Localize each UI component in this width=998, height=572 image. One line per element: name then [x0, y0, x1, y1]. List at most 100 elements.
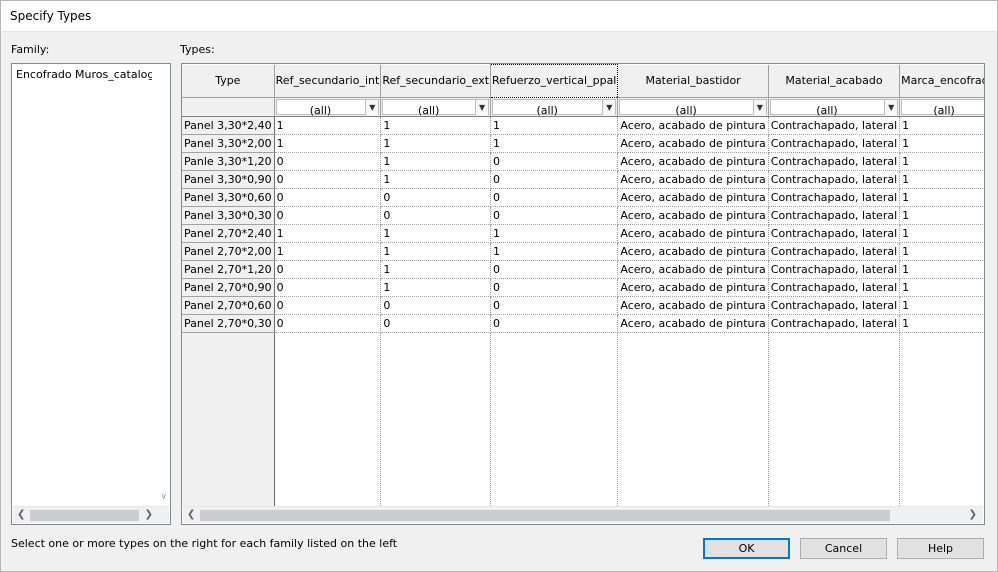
table-cell[interactable]: 1: [490, 224, 619, 243]
table-cell[interactable]: Contrachapado, lateral: [768, 314, 901, 333]
family-horizontal-scrollbar[interactable]: ❮ ❯: [13, 506, 169, 523]
table-cell[interactable]: 1: [274, 134, 382, 153]
table-cell[interactable]: Contrachapado, lateral: [768, 116, 901, 135]
column-header-refuerzo-vertical-ppal[interactable]: Refuerzo_vertical_ppal: [490, 64, 619, 98]
table-cell[interactable]: 0: [490, 188, 619, 207]
chevron-down-icon[interactable]: ▼: [752, 100, 766, 115]
table-cell[interactable]: 1: [899, 242, 984, 261]
table-cell[interactable]: Contrachapado, lateral: [768, 188, 901, 207]
table-cell[interactable]: 1: [899, 170, 984, 189]
table-cell[interactable]: Acero, acabado de pintura: [617, 206, 769, 225]
table-cell[interactable]: Acero, acabado de pintura: [617, 278, 769, 297]
chevron-down-icon[interactable]: ▼: [475, 100, 489, 115]
table-cell[interactable]: 0: [274, 170, 382, 189]
table-row[interactable]: Panel 3,30*0,60 0 0 0 Acero, acabado de pint…: [182, 188, 984, 207]
table-cell[interactable]: 0: [380, 206, 492, 225]
table-cell[interactable]: 1: [380, 134, 492, 153]
table-row[interactable]: Panel 2,70*0,90 0 1 0 Acero, acabado de pint…: [182, 278, 984, 297]
table-cell[interactable]: 1: [899, 224, 984, 243]
table-cell[interactable]: 1: [899, 116, 984, 135]
table-cell[interactable]: Contrachapado, lateral: [768, 152, 901, 171]
table-row[interactable]: Panel 2,70*2,40 1 1 1 Acero, acabado de pint…: [182, 224, 984, 243]
column-filter-dropdown[interactable]: (all)▼: [380, 97, 492, 117]
row-header[interactable]: Panel 3,30*0,60: [182, 188, 275, 207]
scroll-down-icon[interactable]: ∨: [160, 492, 167, 502]
table-row[interactable]: Panel 2,70*1,20 0 1 0 Acero, acabado de pint…: [182, 260, 984, 279]
grid-horizontal-scrollbar[interactable]: ❮ ❯: [183, 506, 983, 523]
table-row[interactable]: Panel 2,70*2,00 1 1 1 Acero, acabado de pint…: [182, 242, 984, 261]
table-cell[interactable]: 1: [380, 170, 492, 189]
table-cell[interactable]: 1: [899, 296, 984, 315]
scrollbar-thumb[interactable]: [200, 510, 890, 521]
table-cell[interactable]: 0: [274, 296, 382, 315]
table-cell[interactable]: 0: [380, 188, 492, 207]
table-cell[interactable]: 0: [274, 206, 382, 225]
table-cell[interactable]: Acero, acabado de pintura: [617, 296, 769, 315]
table-cell[interactable]: 1: [899, 260, 984, 279]
table-cell[interactable]: 0: [490, 206, 619, 225]
types-grid[interactable]: Type Ref_secundario_int Ref_secundario_ext…: [181, 63, 985, 525]
row-header[interactable]: Panel 3,30*2,40: [182, 116, 275, 135]
table-cell[interactable]: 0: [380, 314, 492, 333]
table-row[interactable]: Panle 3,30*1,20 0 1 0 Acero, acabado de pint…: [182, 152, 984, 171]
chevron-down-icon[interactable]: ▼: [602, 100, 616, 115]
row-header[interactable]: Panel 2,70*1,20: [182, 260, 275, 279]
scroll-left-icon[interactable]: ❮: [17, 509, 25, 520]
chevron-down-icon[interactable]: ▼: [365, 100, 379, 115]
table-cell[interactable]: 1: [380, 242, 492, 261]
table-cell[interactable]: Contrachapado, lateral: [768, 260, 901, 279]
table-row[interactable]: Panel 2,70*0,30 0 0 0 Acero, acabado de pint…: [182, 314, 984, 333]
table-cell[interactable]: 0: [380, 296, 492, 315]
column-filter-dropdown[interactable]: (all)▼: [617, 97, 769, 117]
table-cell[interactable]: Acero, acabado de pintura: [617, 224, 769, 243]
table-cell[interactable]: 1: [899, 278, 984, 297]
table-cell[interactable]: Acero, acabado de pintura: [617, 134, 769, 153]
column-header-marca-encofrados[interactable]: Marca_encofrados: [899, 64, 984, 98]
table-row[interactable]: Panel 3,30*0,30 0 0 0 Acero, acabado de pint…: [182, 206, 984, 225]
column-header-material-bastidor[interactable]: Material_bastidor: [617, 64, 769, 98]
table-cell[interactable]: 0: [274, 152, 382, 171]
table-cell[interactable]: Contrachapado, lateral: [768, 170, 901, 189]
table-cell[interactable]: 0: [490, 314, 619, 333]
column-header-ref-secundario-int[interactable]: Ref_secundario_int: [274, 64, 382, 98]
row-header[interactable]: Panel 2,70*2,40: [182, 224, 275, 243]
column-filter-dropdown[interactable]: (all)▼: [899, 97, 984, 117]
family-list[interactable]: Encofrado Muros_catalogo.rfa ∨ ❮ ❯: [11, 63, 171, 525]
table-row[interactable]: Panel 3,30*2,00 1 1 1 Acero, acabado de pint…: [182, 134, 984, 153]
cancel-button[interactable]: Cancel: [800, 538, 887, 559]
table-cell[interactable]: 1: [380, 260, 492, 279]
chevron-down-icon[interactable]: ▼: [884, 100, 898, 115]
table-cell[interactable]: 0: [274, 188, 382, 207]
table-cell[interactable]: Contrachapado, lateral: [768, 296, 901, 315]
column-header-ref-secundario-ext[interactable]: Ref_secundario_ext: [380, 64, 492, 98]
table-cell[interactable]: 0: [274, 314, 382, 333]
table-cell[interactable]: 1: [490, 242, 619, 261]
table-cell[interactable]: 0: [274, 278, 382, 297]
table-cell[interactable]: 0: [274, 260, 382, 279]
column-filter-dropdown[interactable]: (all)▼: [490, 97, 619, 117]
table-cell[interactable]: 0: [490, 296, 619, 315]
table-cell[interactable]: Acero, acabado de pintura: [617, 152, 769, 171]
table-cell[interactable]: 0: [490, 278, 619, 297]
row-header[interactable]: Panel 2,70*0,60: [182, 296, 275, 315]
row-header[interactable]: Panle 3,30*1,20: [182, 152, 275, 171]
table-cell[interactable]: Contrachapado, lateral: [768, 278, 901, 297]
column-header-material-acabado[interactable]: Material_acabado: [768, 64, 901, 98]
scroll-left-icon[interactable]: ❮: [187, 509, 195, 520]
table-cell[interactable]: 1: [380, 152, 492, 171]
table-cell[interactable]: Contrachapado, lateral: [768, 206, 901, 225]
table-cell[interactable]: 1: [490, 134, 619, 153]
table-cell[interactable]: 1: [899, 152, 984, 171]
table-cell[interactable]: Contrachapado, lateral: [768, 224, 901, 243]
table-cell[interactable]: 1: [380, 278, 492, 297]
table-cell[interactable]: 1: [899, 206, 984, 225]
help-button[interactable]: Help: [897, 538, 984, 559]
table-cell[interactable]: 1: [899, 188, 984, 207]
table-cell[interactable]: 0: [490, 170, 619, 189]
row-header[interactable]: Panel 2,70*0,30: [182, 314, 275, 333]
table-cell[interactable]: Acero, acabado de pintura: [617, 314, 769, 333]
table-cell[interactable]: 1: [274, 242, 382, 261]
column-filter-dropdown[interactable]: (all)▼: [768, 97, 901, 117]
scroll-right-icon[interactable]: ❯: [969, 509, 977, 520]
table-cell[interactable]: Acero, acabado de pintura: [617, 188, 769, 207]
